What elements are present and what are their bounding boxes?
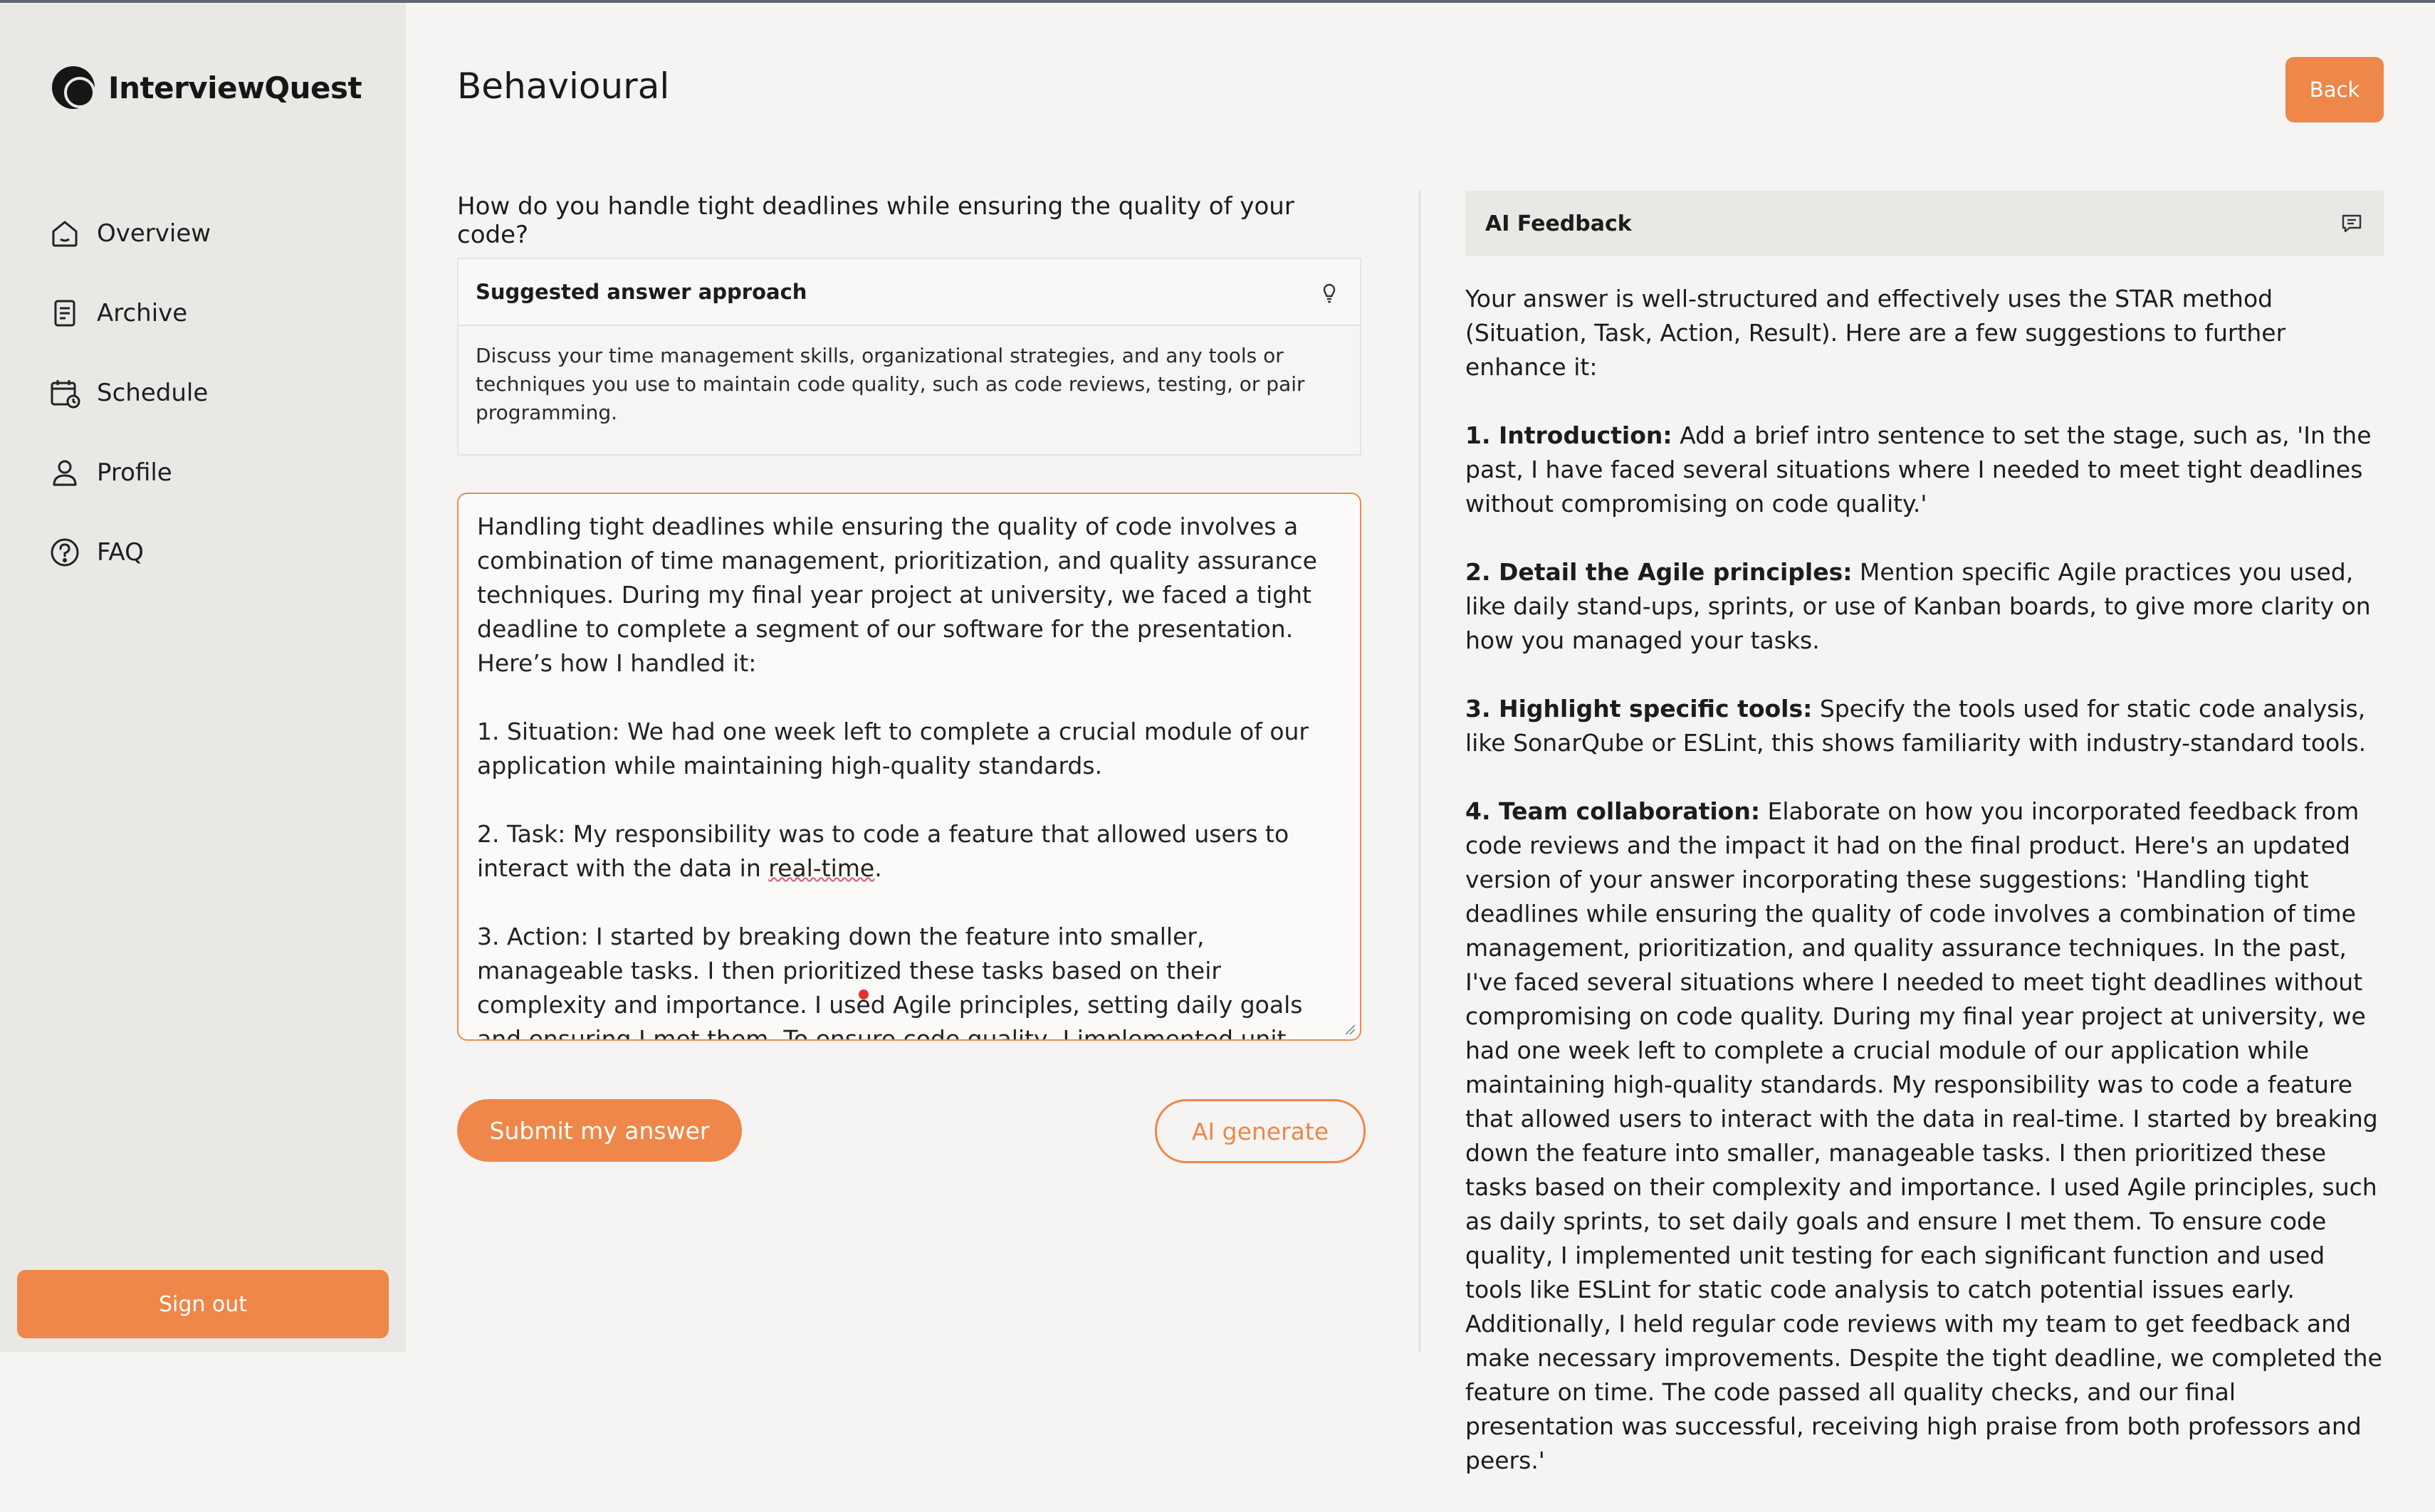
- sidebar-nav: Overview Archive Schedule Profile FAQ: [48, 194, 390, 592]
- feedback-point: 3. Highlight specific tools: Specify the…: [1465, 692, 2387, 760]
- answer-paragraph: 1. Situation: We had one week left to co…: [477, 718, 1316, 779]
- column-divider: [1419, 191, 1420, 1352]
- help-circle-icon: [51, 538, 79, 567]
- ai-feedback-body: Your answer is well-structured and effec…: [1465, 282, 2387, 1512]
- calendar-icon: [51, 380, 80, 409]
- feedback-point: 1. Introduction: Add a brief intro sente…: [1465, 419, 2387, 521]
- answer-content[interactable]: Handling tight deadlines while ensuring …: [459, 494, 1360, 1041]
- answer-textarea[interactable]: Handling tight deadlines while ensuring …: [457, 493, 1361, 1041]
- question-text: How do you handle tight deadlines while …: [457, 192, 1294, 249]
- ai-generate-button[interactable]: AI generate: [1155, 1099, 1366, 1163]
- feedback-point-heading: 3. Highlight specific tools:: [1465, 695, 1813, 723]
- sidebar-item-label: Schedule: [97, 379, 209, 407]
- sidebar-item-archive[interactable]: Archive: [48, 273, 390, 353]
- back-button[interactable]: Back: [2285, 57, 2384, 122]
- suggested-approach-text: Discuss your time management skills, org…: [476, 344, 1305, 424]
- brand-name: InterviewQuest: [108, 70, 362, 105]
- user-icon: [53, 460, 77, 486]
- answer-paragraph: 3. Action: I started by breaking down th…: [477, 923, 1303, 1041]
- feedback-point: 2. Detail the Agile principles: Mention …: [1465, 555, 2387, 658]
- answer-paragraph: 2. Task: My responsibility was to code a…: [477, 820, 1297, 882]
- ai-feedback-header: AI Feedback: [1465, 191, 2384, 256]
- sidebar-item-overview[interactable]: Overview: [48, 194, 390, 273]
- sidebar-item-schedule[interactable]: Schedule: [48, 353, 390, 433]
- feedback-intro: Your answer is well-structured and effec…: [1465, 285, 2286, 381]
- answer-paragraph: Handling tight deadlines while ensuring …: [477, 513, 1325, 677]
- suggested-approach-title: Suggested answer approach: [476, 280, 807, 304]
- feedback-point-text: Elaborate on how you incorporated feedba…: [1465, 797, 2382, 1474]
- sidebar: InterviewQuest Overview Archive Schedule…: [0, 3, 406, 1352]
- sidebar-item-label: FAQ: [97, 538, 144, 567]
- suggested-approach-panel: Suggested answer approach Discuss your t…: [457, 258, 1361, 456]
- sign-out-button[interactable]: Sign out: [17, 1270, 389, 1338]
- sidebar-item-faq[interactable]: FAQ: [48, 513, 390, 592]
- recording-indicator-dot: [859, 989, 869, 999]
- feedback-point-heading: 4. Team collaboration:: [1465, 797, 1761, 825]
- feedback-point-heading: 1. Introduction:: [1465, 421, 1672, 449]
- brand[interactable]: InterviewQuest: [50, 64, 362, 111]
- logo-icon: [52, 66, 95, 109]
- home-icon: [52, 221, 78, 247]
- lightbulb-icon[interactable]: [1316, 278, 1343, 305]
- resize-grip-icon[interactable]: [1343, 1022, 1356, 1035]
- sidebar-item-label: Profile: [97, 458, 172, 487]
- suggested-approach-header[interactable]: Suggested answer approach: [459, 259, 1360, 326]
- answer-paragraph-end: .: [874, 854, 882, 882]
- ai-feedback-title: AI Feedback: [1485, 211, 1632, 236]
- submit-answer-button[interactable]: Submit my answer: [457, 1099, 742, 1162]
- spellcheck-flagged-word[interactable]: real-time: [768, 854, 874, 882]
- sidebar-item-label: Archive: [97, 299, 188, 327]
- sidebar-item-profile[interactable]: Profile: [48, 433, 390, 513]
- feedback-point: 4. Team collaboration: Elaborate on how …: [1465, 794, 2387, 1478]
- feedback-point-heading: 2. Detail the Agile principles:: [1465, 558, 1853, 586]
- sidebar-item-label: Overview: [97, 219, 211, 248]
- document-icon: [54, 300, 75, 327]
- chat-icon[interactable]: [2340, 211, 2364, 236]
- page-title: Behavioural: [457, 65, 670, 107]
